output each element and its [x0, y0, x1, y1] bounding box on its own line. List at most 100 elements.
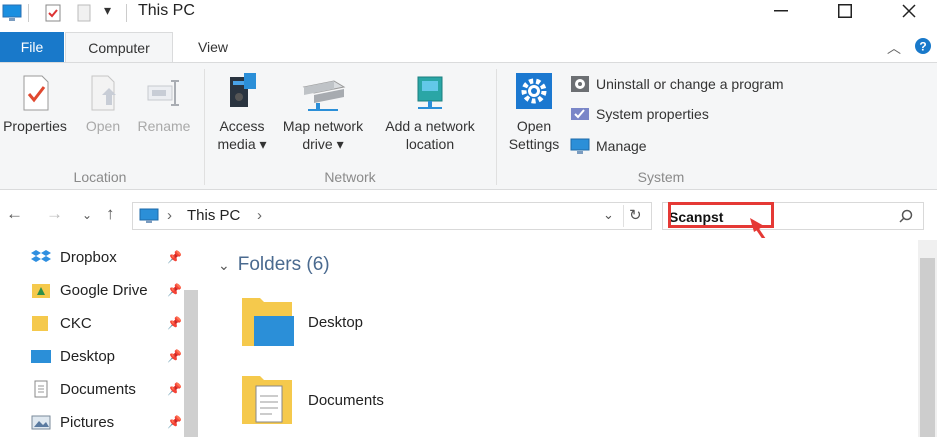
group-separator [204, 69, 205, 185]
access-media-label-2: media ▾ [217, 136, 267, 152]
minimize-icon [774, 10, 788, 12]
close-button[interactable] [886, 0, 932, 22]
sidebar-item-pictures[interactable]: Pictures 📌 [30, 407, 190, 437]
folder-documents[interactable]: Documents [238, 372, 384, 428]
system-properties-button[interactable]: System properties [570, 103, 709, 125]
address-bar[interactable]: › This PC › ⌄ ↻ [132, 202, 652, 230]
open-icon [91, 75, 116, 111]
close-icon [902, 4, 916, 18]
open-settings-button[interactable]: Open Settings [502, 71, 566, 153]
up-arrow-icon[interactable]: ↑ [106, 204, 115, 224]
sidebar-item-label: Desktop [60, 347, 116, 365]
address-dropdown-chevron-icon[interactable]: ⌄ [603, 207, 614, 223]
add-network-location-label-2: location [405, 136, 455, 152]
pin-icon[interactable]: 📌 [167, 316, 182, 330]
tab-computer[interactable]: Computer [65, 32, 173, 62]
system-properties-icon [571, 108, 589, 120]
minimize-button[interactable] [758, 0, 804, 22]
access-media-button[interactable]: Access media ▾ [210, 71, 274, 153]
manage-button[interactable]: Manage [570, 135, 647, 157]
dropbox-icon [31, 250, 51, 262]
maximize-button[interactable] [822, 0, 868, 22]
ribbon: Properties Open Rename Location Access m… [0, 62, 937, 190]
desktop-icon [31, 350, 51, 363]
sidebar-item-label: Dropbox [60, 248, 117, 266]
tab-view[interactable]: View [180, 32, 246, 62]
properties-quick-icon[interactable] [44, 4, 62, 22]
open-label: Open [85, 118, 121, 134]
open-button[interactable]: Open [78, 73, 128, 135]
system-properties-label: System properties [596, 106, 709, 122]
rename-label: Rename [137, 118, 191, 134]
navigation-pane-scrollbar[interactable] [184, 290, 198, 437]
tab-file[interactable]: File [0, 32, 64, 62]
google-drive-icon [32, 284, 50, 298]
uninstall-program-icon [571, 76, 589, 92]
desktop-folder-icon [242, 298, 294, 346]
new-folder-quick-icon[interactable] [76, 4, 92, 22]
navigation-pane: Dropbox 📌 Google Drive 📌 CKC 📌 Desktop 📌… [0, 238, 200, 437]
help-icon[interactable]: ? [914, 37, 932, 55]
pin-icon[interactable]: 📌 [167, 250, 182, 264]
map-network-drive-button[interactable]: Map network drive ▾ [272, 71, 374, 153]
pictures-icon [31, 415, 51, 430]
recent-locations-chevron-icon[interactable]: ⌄ [82, 208, 92, 222]
pin-icon[interactable]: 📌 [167, 382, 182, 396]
sidebar-item-documents[interactable]: Documents 📌 [30, 374, 190, 404]
group-separator [496, 69, 497, 185]
computer-icon[interactable] [2, 4, 22, 22]
sidebar-item-label: Pictures [60, 413, 115, 431]
sidebar-item-desktop[interactable]: Desktop 📌 [30, 341, 190, 371]
breadcrumb-this-pc[interactable]: This PC [187, 207, 240, 224]
uninstall-program-label: Uninstall or change a program [596, 76, 784, 92]
network-drive-icon [302, 80, 346, 111]
sidebar-item-label: Google Drive [60, 281, 148, 299]
access-media-label-1: Access [219, 118, 265, 134]
sidebar-item-ckc[interactable]: CKC 📌 [30, 308, 190, 338]
group-label-system: System [637, 169, 685, 185]
manage-computer-icon [570, 138, 590, 154]
rename-icon [147, 80, 179, 106]
sidebar-item-label: Documents [60, 380, 136, 398]
folder-icon [32, 316, 48, 331]
map-network-drive-label-1: Map network [282, 118, 364, 134]
breadcrumb-separator[interactable]: › [167, 207, 172, 224]
breadcrumb-separator[interactable]: › [257, 207, 262, 224]
ribbon-tabs: File Computer View ︿ ? [0, 32, 937, 62]
svg-text:?: ? [919, 40, 926, 54]
folder-desktop[interactable]: Desktop [238, 294, 363, 350]
customize-quick-access-icon[interactable]: ▾ [104, 2, 111, 19]
search-icon[interactable] [899, 209, 913, 223]
content-scrollbar-thumb[interactable] [920, 258, 935, 437]
documents-folder-icon [242, 376, 292, 424]
divider [126, 4, 127, 22]
add-network-location-button[interactable]: Add a network location [374, 71, 486, 153]
uninstall-program-button[interactable]: Uninstall or change a program [570, 73, 784, 95]
folders-section-header[interactable]: ⌄ Folders (6) [218, 254, 330, 276]
pin-icon[interactable]: 📌 [167, 349, 182, 363]
back-arrow-icon[interactable]: ← [6, 204, 23, 224]
divider [623, 205, 624, 227]
sidebar-item-dropbox[interactable]: Dropbox 📌 [30, 242, 190, 272]
computer-icon [139, 208, 159, 223]
collapse-ribbon-icon[interactable]: ︿ [887, 38, 901, 58]
forward-arrow-icon[interactable]: → [46, 204, 63, 224]
access-media-icon [230, 73, 256, 107]
sidebar-item-google-drive[interactable]: Google Drive 📌 [30, 275, 190, 305]
chevron-down-icon: ⌄ [218, 256, 230, 273]
maximize-icon [838, 4, 852, 18]
properties-icon [23, 75, 49, 111]
folder-name: Documents [308, 391, 384, 409]
pin-icon[interactable]: 📌 [167, 283, 182, 297]
content-pane: ⌄ Folders (6) Desktop Documents [208, 238, 937, 437]
rename-button[interactable]: Rename [132, 73, 196, 135]
group-label-network: Network [324, 169, 376, 185]
properties-button[interactable]: Properties [0, 73, 70, 135]
title-bar: ▾ This PC [0, 0, 937, 28]
section-title: Folders (6) [237, 254, 330, 275]
pin-icon[interactable]: 📌 [167, 415, 182, 429]
properties-label: Properties [3, 118, 67, 134]
map-network-drive-label-2: drive ▾ [302, 136, 344, 152]
refresh-icon[interactable]: ↻ [629, 206, 642, 224]
sidebar-item-label: CKC [60, 314, 92, 332]
